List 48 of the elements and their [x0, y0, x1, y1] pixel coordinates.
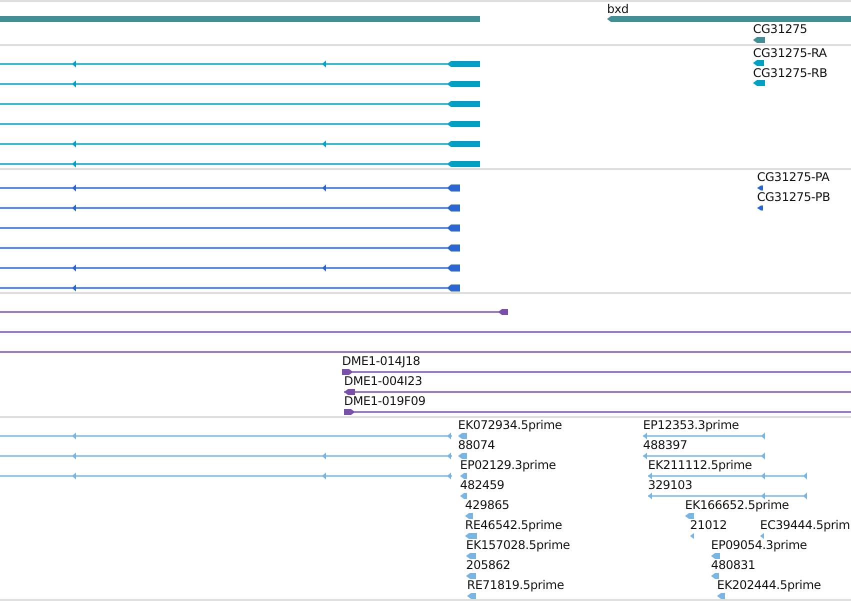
feature-label: bxd: [607, 2, 629, 16]
feature-label: EP12353.3prime: [643, 418, 739, 432]
feature-label: 205862: [466, 558, 510, 572]
est-arrow: [465, 513, 473, 519]
feature-label: EK166652.5prime: [685, 498, 789, 512]
transcript-arrow: [753, 60, 764, 66]
feature-label: CG31275: [753, 22, 808, 36]
feature-label: CG31275-PB: [757, 190, 830, 204]
feature-label: EC39444.5prim: [760, 518, 850, 532]
est-arrow: [465, 533, 477, 539]
est-arrow: [466, 553, 476, 559]
feature-label: 488397: [643, 438, 688, 452]
feature-label: EK072934.5prime: [458, 418, 562, 432]
feature-label: RE46542.5prime: [465, 518, 562, 532]
est-arrow: [460, 473, 467, 479]
feature-label: EK202444.5prime: [717, 578, 821, 592]
est-arrow: [711, 573, 719, 579]
gene-arrow: [753, 37, 765, 43]
feature-label: DME1-014J18: [342, 354, 420, 368]
feature-label: RE71819.5prime: [467, 578, 564, 592]
feature-label: 329103: [648, 478, 692, 492]
feature-label: CG31275-RA: [753, 46, 827, 60]
protein-arrow: [757, 206, 763, 210]
feature-label: EP09054.3prime: [711, 538, 807, 552]
feature-label: EK211112.5prime: [648, 458, 752, 472]
feature-label: EP02129.3prime: [460, 458, 556, 472]
protein-arrow: [757, 186, 763, 190]
feature-label: 429865: [465, 498, 510, 512]
est-arrow: [467, 593, 476, 599]
feature-label: 482459: [460, 478, 504, 492]
est-arrow: [466, 573, 476, 579]
est-arrow: [458, 453, 467, 459]
feature-label: CG31275-RB: [753, 66, 828, 80]
feature-label: 21012: [690, 518, 727, 532]
est-arrow: [760, 533, 764, 539]
transcript-arrow: [753, 80, 765, 86]
feature-label: DME1-019F09: [344, 394, 426, 408]
feature-label: EK157028.5prime: [466, 538, 570, 552]
feature-label: DME1-004I23: [344, 374, 422, 388]
feature-label: CG31275-PA: [757, 170, 830, 184]
feature-label: 480831: [711, 558, 756, 572]
est-arrow: [460, 493, 467, 499]
est-arrow: [685, 513, 694, 519]
est-arrow: [690, 533, 694, 539]
feature-label: 88074: [458, 438, 495, 452]
est-arrow: [458, 433, 467, 439]
est-arrow: [711, 553, 720, 559]
est-arrow: [717, 593, 725, 599]
